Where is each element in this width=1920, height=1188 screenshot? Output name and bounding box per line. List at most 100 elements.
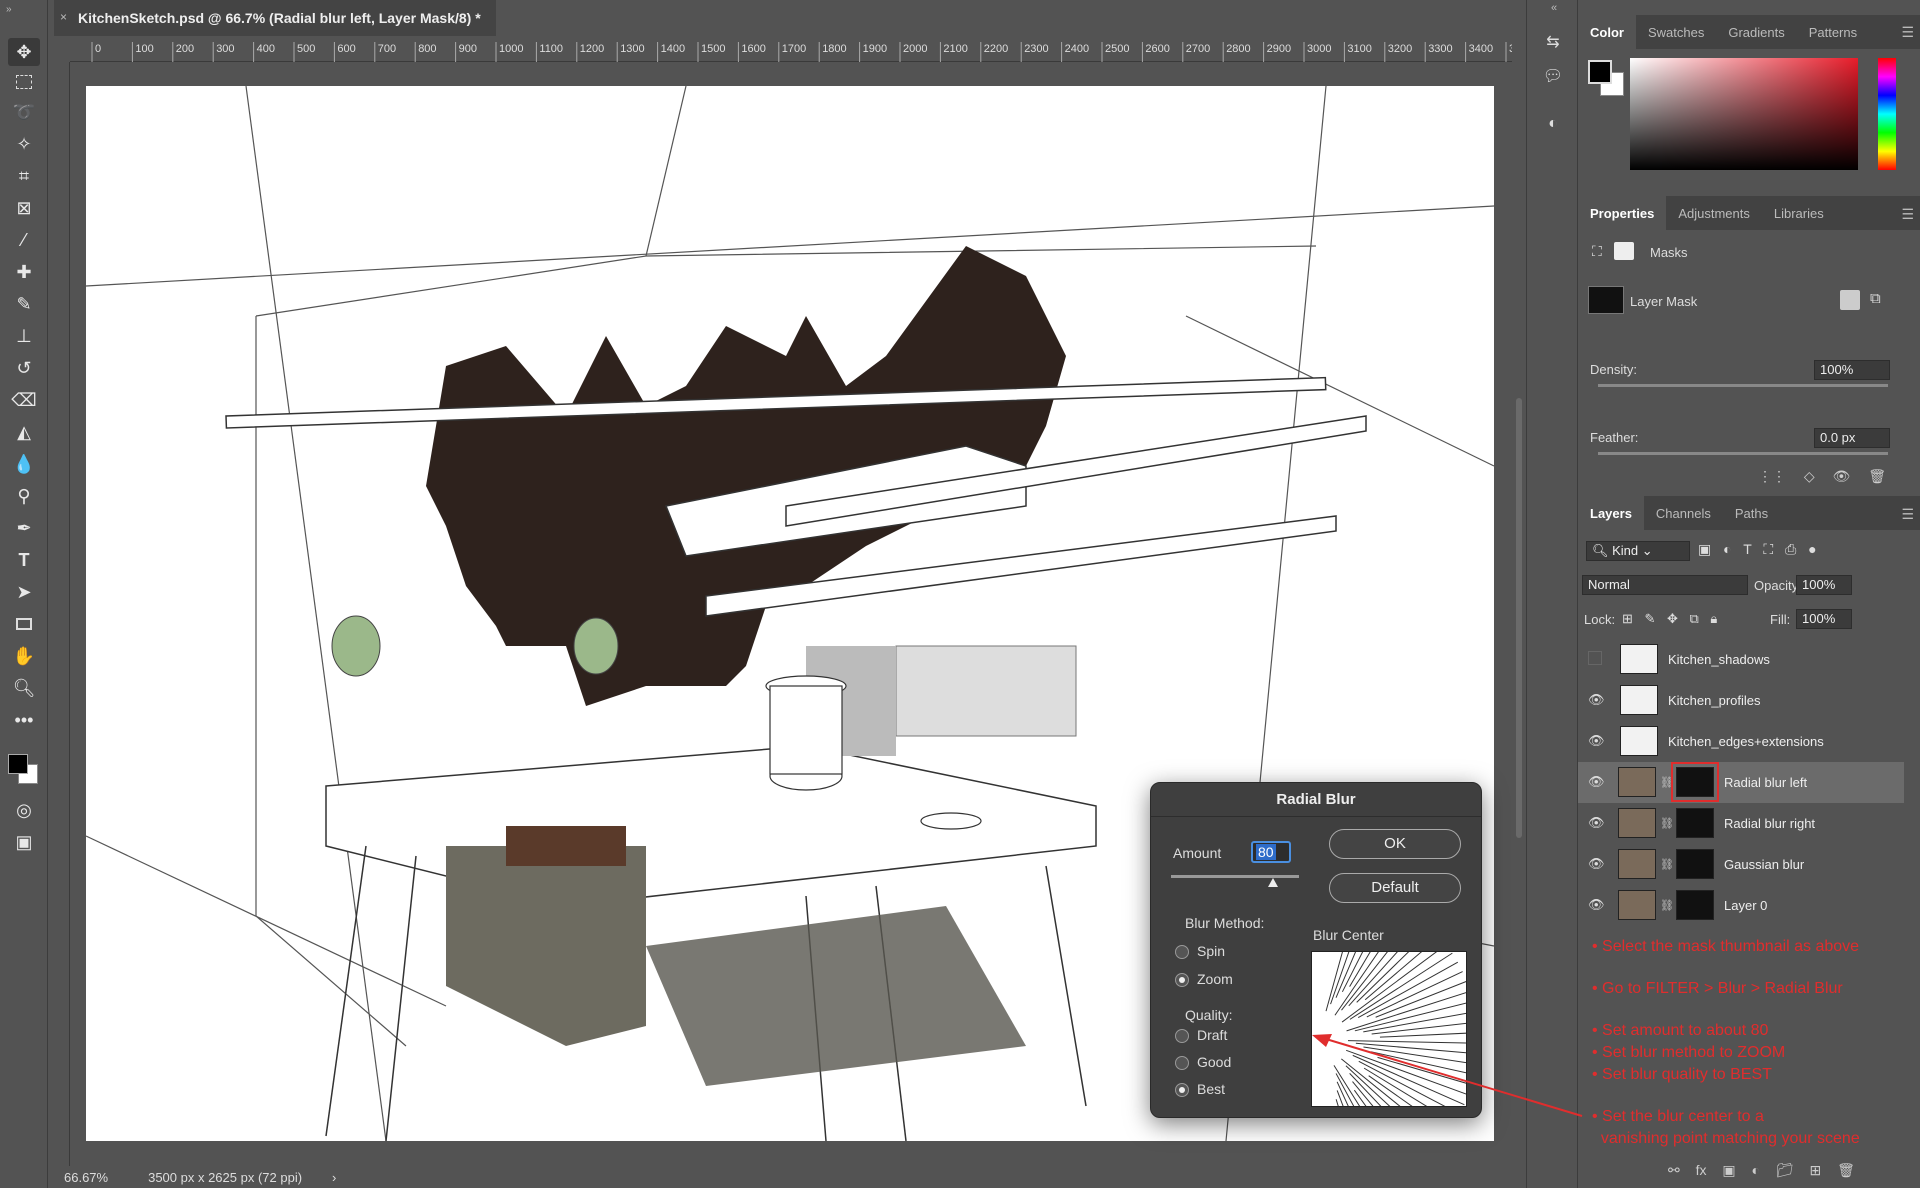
dodge-icon[interactable]: ⚲: [8, 482, 40, 510]
toolbar-collapse[interactable]: »: [6, 4, 12, 15]
layer-thumbnail[interactable]: [1620, 644, 1658, 674]
layer-row[interactable]: 👁︎ ⛓ Radial blur left: [1578, 762, 1904, 803]
layer-thumbnail[interactable]: [1618, 808, 1656, 838]
layer-mask-thumbnail[interactable]: [1676, 849, 1714, 879]
layer-mask-thumbnail[interactable]: [1671, 762, 1719, 802]
layer-mask-thumbnail[interactable]: [1676, 808, 1714, 838]
layer-row[interactable]: Kitchen_shadows: [1578, 639, 1904, 680]
pixel-mask-icon[interactable]: [1840, 290, 1860, 310]
quick-mask-icon[interactable]: ◎: [8, 796, 40, 824]
tab-channels[interactable]: Channels: [1644, 496, 1723, 530]
layer-row[interactable]: 👁︎ ⛓ Radial blur right: [1578, 803, 1904, 844]
move-icon[interactable]: ✥: [8, 38, 40, 66]
layer-row[interactable]: 👁︎ Kitchen_edges+extensions: [1578, 721, 1904, 762]
canvas-vertical-scrollbar[interactable]: [1512, 38, 1526, 1166]
zoom-level[interactable]: 66.67%: [64, 1170, 108, 1185]
layer-thumbnail[interactable]: [1618, 849, 1656, 879]
hue-slider[interactable]: [1878, 58, 1896, 170]
tab-libraries[interactable]: Libraries: [1762, 196, 1836, 230]
tab-properties[interactable]: Properties: [1578, 196, 1667, 230]
dock-collapse-icon[interactable]: «: [1551, 2, 1557, 14]
path-select-icon[interactable]: ➤: [8, 578, 40, 606]
blur-method-radio[interactable]: [1175, 945, 1189, 959]
vector-mask-icon[interactable]: ⧉: [1870, 290, 1881, 307]
lock-icons[interactable]: ⊞ ✎ ✥ ⧉ 🔒︎: [1622, 611, 1717, 627]
density-field[interactable]: 100%: [1814, 360, 1890, 380]
fill-field[interactable]: 100%: [1796, 609, 1852, 629]
eraser-icon[interactable]: ⌫: [8, 386, 40, 414]
amount-input[interactable]: 80: [1251, 841, 1291, 863]
history-brush-icon[interactable]: ↺: [8, 354, 40, 382]
ok-button[interactable]: OK: [1329, 829, 1461, 859]
document-info[interactable]: 3500 px x 2625 px (72 ppi): [148, 1170, 302, 1185]
blend-mode-select[interactable]: Normal: [1582, 575, 1748, 595]
foreground-swatch[interactable]: [8, 754, 28, 774]
opacity-field[interactable]: 100%: [1796, 575, 1852, 595]
eye-icon[interactable]: 👁︎: [1588, 897, 1606, 913]
layer-thumbnail[interactable]: [1618, 767, 1656, 797]
blur-center-preview[interactable]: [1311, 951, 1467, 1107]
tab-color[interactable]: Color: [1578, 15, 1636, 49]
layer-filter-icons[interactable]: ▣ ◐ T ⛶ ⎙ ●: [1698, 541, 1817, 558]
tab-patterns[interactable]: Patterns: [1797, 15, 1869, 49]
blur-method-radio[interactable]: [1175, 973, 1189, 987]
history-icon[interactable]: ⇆: [1541, 30, 1565, 54]
properties-menu-icon[interactable]: ☰: [1901, 206, 1914, 223]
layer-row[interactable]: 👁︎ ⛓ Gaussian blur: [1578, 844, 1904, 885]
adjust-icon[interactable]: ◐: [1541, 112, 1565, 136]
blur-icon[interactable]: 💧: [8, 450, 40, 478]
frame-icon[interactable]: ⊠: [8, 194, 40, 222]
link-icon[interactable]: ⛓: [1660, 899, 1674, 912]
pen-icon[interactable]: ✒: [8, 514, 40, 542]
color-panel-menu-icon[interactable]: ☰: [1901, 24, 1914, 41]
layer-thumbnail[interactable]: [1620, 685, 1658, 715]
layer-thumbnail[interactable]: [1620, 726, 1658, 756]
screen-mode-icon[interactable]: ▣: [8, 828, 40, 856]
type-icon[interactable]: T: [8, 546, 40, 574]
eye-icon[interactable]: 👁︎: [1588, 856, 1606, 872]
scrollbar-thumb[interactable]: [1516, 398, 1522, 838]
bucket-icon[interactable]: ◭: [8, 418, 40, 446]
comments-icon[interactable]: 💬︎: [1541, 64, 1565, 88]
color-field[interactable]: [1630, 58, 1858, 170]
status-menu-icon[interactable]: ›: [332, 1170, 336, 1185]
tab-gradients[interactable]: Gradients: [1716, 15, 1796, 49]
zoom-icon[interactable]: 🔍︎: [8, 674, 40, 702]
close-tab-icon[interactable]: ×: [60, 10, 67, 24]
feather-slider[interactable]: [1598, 452, 1888, 455]
layer-mask-thumbnail[interactable]: [1588, 286, 1624, 314]
magic-wand-icon[interactable]: ✧: [8, 130, 40, 158]
stamp-icon[interactable]: ⊥: [8, 322, 40, 350]
tab-adjustments[interactable]: Adjustments: [1666, 196, 1762, 230]
eye-icon[interactable]: 👁︎: [1588, 774, 1606, 790]
eye-hidden-icon[interactable]: [1588, 651, 1602, 665]
quality-radio[interactable]: [1175, 1083, 1189, 1097]
crop-icon[interactable]: ⌗: [8, 162, 40, 190]
link-icon[interactable]: ⛓: [1660, 776, 1674, 789]
eyedropper-icon[interactable]: ⁄: [8, 226, 40, 254]
layer-mask-thumbnail[interactable]: [1676, 890, 1714, 920]
layer-row[interactable]: 👁︎ Kitchen_profiles: [1578, 680, 1904, 721]
amount-slider-track[interactable]: [1171, 875, 1299, 878]
lasso-icon[interactable]: ➰: [8, 98, 40, 126]
brush-icon[interactable]: ✎: [8, 290, 40, 318]
document-tab[interactable]: × KitchenSketch.psd @ 66.7% (Radial blur…: [54, 0, 496, 36]
more-tools-icon[interactable]: •••: [8, 706, 40, 734]
layer-thumbnail[interactable]: [1618, 890, 1656, 920]
tab-swatches[interactable]: Swatches: [1636, 15, 1716, 49]
amount-slider-thumb[interactable]: [1268, 878, 1279, 887]
marquee-icon[interactable]: [8, 68, 40, 96]
rectangle-icon[interactable]: [8, 610, 40, 638]
density-slider[interactable]: [1598, 384, 1888, 387]
default-button[interactable]: Default: [1329, 873, 1461, 903]
quality-radio[interactable]: [1175, 1029, 1189, 1043]
mask-mode-icon[interactable]: [1614, 242, 1634, 260]
layer-filter-kind[interactable]: 🔍︎ Kind ⌄: [1586, 541, 1690, 561]
tab-paths[interactable]: Paths: [1723, 496, 1780, 530]
quality-radio[interactable]: [1175, 1056, 1189, 1070]
color-foreground[interactable]: [1588, 60, 1612, 84]
feather-field[interactable]: 0.0 px: [1814, 428, 1890, 448]
tab-layers[interactable]: Layers: [1578, 496, 1644, 530]
link-icon[interactable]: ⛓: [1660, 858, 1674, 871]
hand-icon[interactable]: ✋: [8, 642, 40, 670]
